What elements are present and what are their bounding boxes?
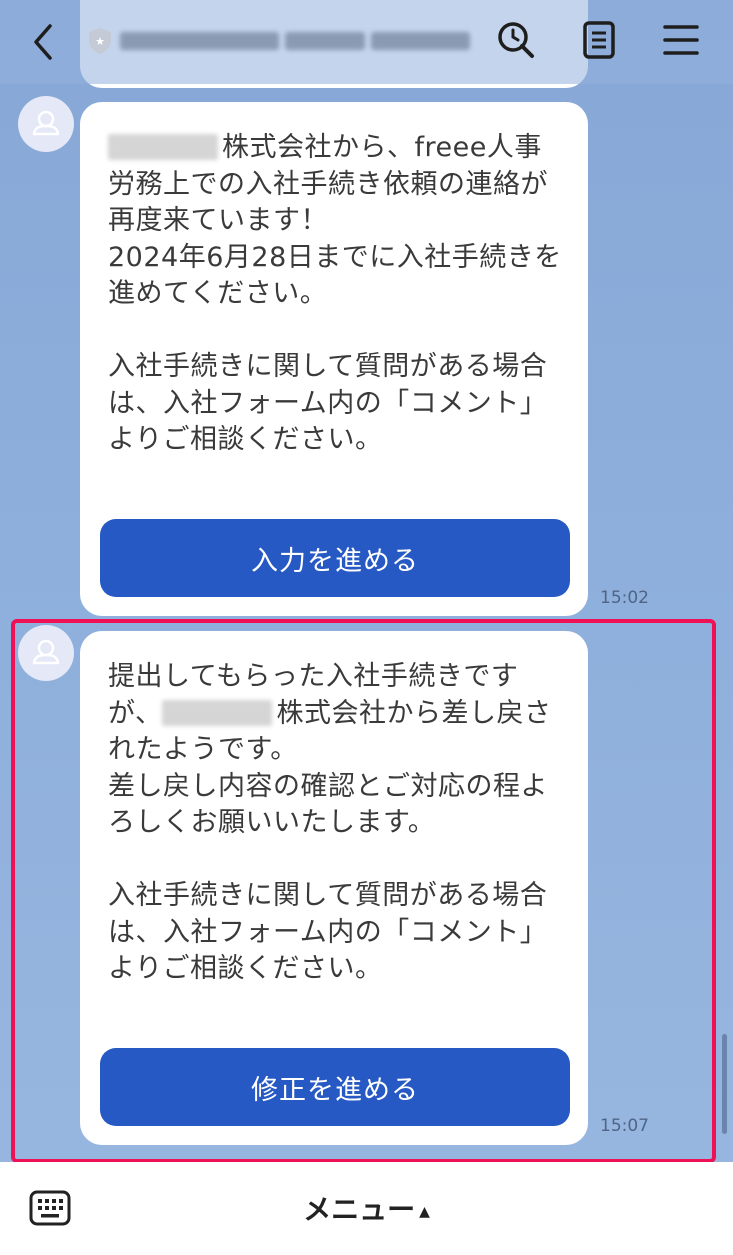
- message-bubble: 株式会社から、freee人事労務上での入社手続き依頼の連絡が再度来ています！ 2…: [80, 102, 588, 616]
- message-text-body: 株式会社から、freee人事労務上での入社手続き依頼の連絡が再度来ています！ 2…: [108, 132, 562, 455]
- proceed-input-button[interactable]: 入力を進める: [100, 519, 570, 597]
- header: ★: [0, 0, 733, 84]
- verified-shield-icon: ★: [86, 26, 114, 56]
- menu-arrow-icon: ▲: [419, 1204, 430, 1220]
- menu-label: メニュー: [303, 1193, 416, 1226]
- search-button[interactable]: [494, 18, 538, 62]
- note-icon: [583, 21, 615, 59]
- redacted-company-name: [108, 134, 218, 160]
- menu-toggle[interactable]: メニュー ▲: [0, 1188, 733, 1228]
- highlight-frame: [11, 619, 716, 1162]
- chat-title-redacted: [120, 30, 470, 52]
- back-button[interactable]: [26, 20, 62, 64]
- scrollbar[interactable]: [722, 1034, 727, 1134]
- search-clock-icon: [498, 22, 534, 58]
- svg-text:★: ★: [95, 35, 105, 48]
- avatar-icon: [32, 110, 60, 136]
- bottom-bar: メニュー ▲: [0, 1162, 733, 1255]
- note-button[interactable]: [578, 18, 622, 62]
- avatar[interactable]: [18, 96, 74, 152]
- chat-area[interactable]: ★ 株式会社から、freee人事労務上での入社手続き依頼の連絡が再度来ています！…: [0, 0, 733, 1162]
- message-text: 株式会社から、freee人事労務上での入社手続き依頼の連絡が再度来ています！ 2…: [108, 130, 568, 459]
- message-timestamp: 15:02: [600, 588, 649, 608]
- menu-icon: [663, 25, 699, 55]
- back-icon: [34, 24, 52, 60]
- menu-button[interactable]: [660, 18, 704, 62]
